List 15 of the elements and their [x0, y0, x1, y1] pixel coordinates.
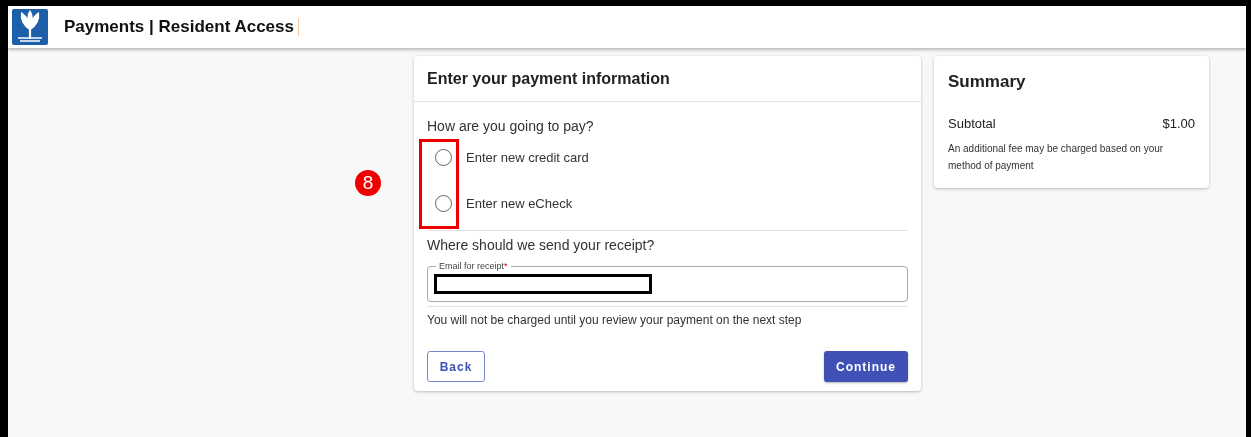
back-button[interactable]: Back: [427, 351, 485, 382]
fee-note: An additional fee may be charged based on your method of payment: [948, 142, 1165, 173]
summary-title: Summary: [948, 72, 1027, 92]
continue-button[interactable]: Continue: [824, 351, 908, 382]
charge-note: You will not be charged until you review your payment on the next step: [427, 313, 803, 327]
step-marker: 8: [355, 170, 381, 196]
radio-option[interactable]: Enter new credit card: [427, 134, 589, 180]
radio-option[interactable]: Enter new eCheck: [427, 180, 573, 226]
card-title: Enter your payment information: [414, 56, 921, 102]
subtotal-label: Subtotal: [948, 116, 996, 131]
question-label: How are you going to pay?: [427, 118, 595, 134]
plant-logo-icon: [12, 9, 48, 45]
receipt-question: Where should we send your receipt?: [427, 237, 656, 253]
app-title: Payments | Resident Access: [64, 17, 294, 37]
subtotal-value: $1.00: [1162, 116, 1195, 131]
